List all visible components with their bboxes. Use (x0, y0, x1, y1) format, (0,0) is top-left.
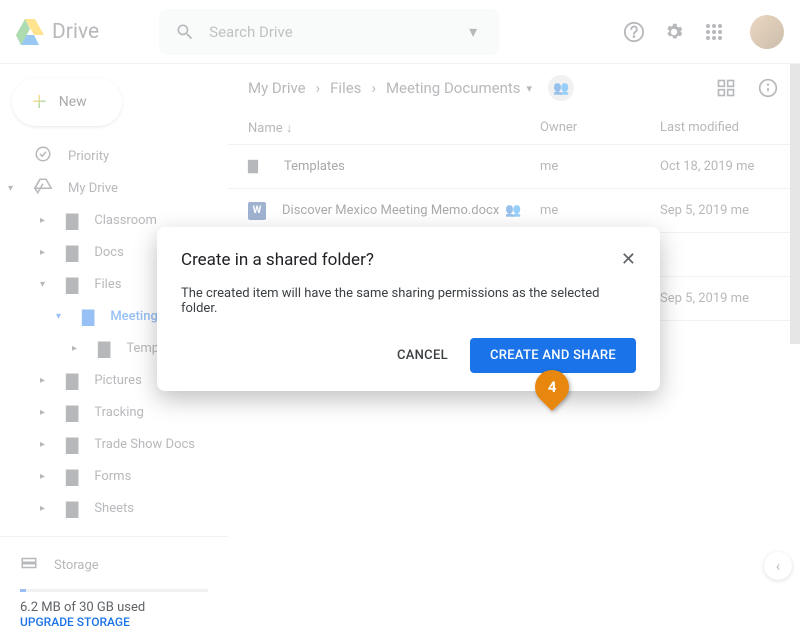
upgrade-storage-link[interactable]: UPGRADE STORAGE (20, 615, 208, 629)
dialog-title: Create in a shared folder? (181, 250, 374, 270)
close-icon[interactable]: ✕ (621, 249, 636, 270)
tutorial-callout: 4 (535, 370, 569, 404)
create-shared-folder-dialog: Create in a shared folder? ✕ The created… (157, 227, 660, 391)
cancel-button[interactable]: CANCEL (393, 338, 452, 373)
storage-used: 6.2 MB of 30 GB used (20, 600, 208, 615)
dialog-body: The created item will have the same shar… (181, 286, 636, 316)
create-and-share-button[interactable]: CREATE AND SHARE (470, 338, 636, 373)
